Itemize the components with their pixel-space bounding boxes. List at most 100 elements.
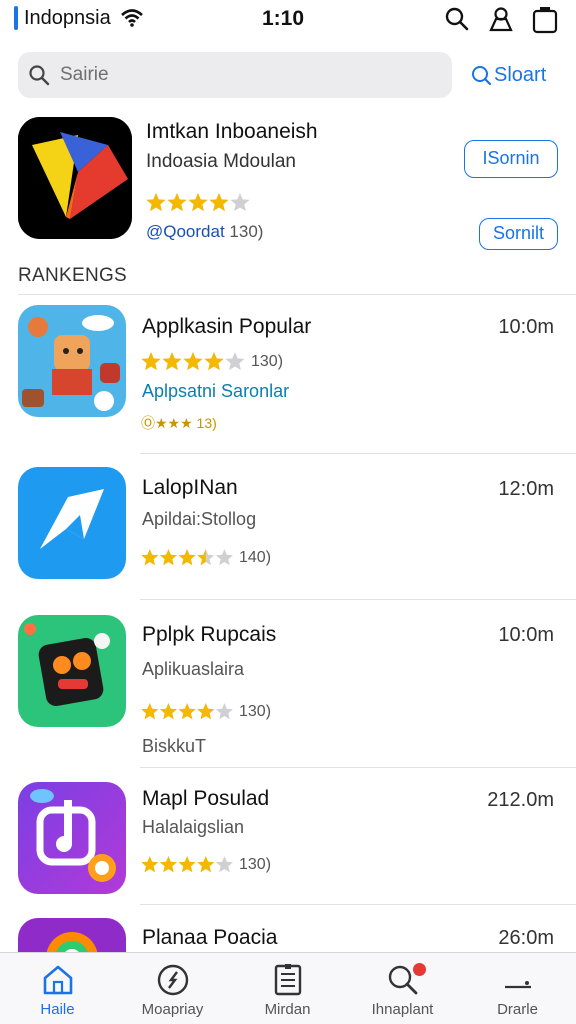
featured-primary-button[interactable]: ISornin [464, 140, 558, 178]
app-subtitle: Aplikuaslaira [142, 659, 245, 679]
star-filled [141, 352, 161, 371]
app-time: 10:0m [498, 624, 554, 646]
star-filled [141, 856, 159, 873]
star-rating-icon [146, 193, 250, 212]
rating-count: 140) [239, 549, 272, 566]
star-empty [225, 352, 245, 371]
tab-label: Haile [40, 1001, 75, 1018]
featured-app-title[interactable]: Imtkan Inboaneish [146, 120, 318, 144]
rating-count: 130) [239, 703, 272, 720]
featured-app-icon[interactable] [18, 117, 132, 239]
rating-count: 130) [239, 856, 272, 873]
app-icon-lalopinan[interactable] [18, 467, 126, 579]
star-filled [178, 856, 196, 873]
search-button-label: Sloart [494, 63, 547, 86]
app-icon-pplpk[interactable] [18, 615, 126, 727]
tab-home[interactable]: Haile [0, 953, 115, 1024]
star-filled [146, 193, 166, 212]
search-icon[interactable] [444, 6, 470, 37]
divider [18, 294, 576, 295]
app-time: 26:0m [498, 927, 554, 949]
home-icon [43, 965, 72, 995]
compass-icon [157, 964, 188, 996]
tab-label: Ihnaplant [371, 1001, 434, 1018]
star-filled [159, 703, 177, 720]
star-filled [188, 193, 208, 212]
search-icon [472, 66, 492, 86]
star-filled [178, 549, 196, 566]
app-name[interactable]: Applkasin Popular [142, 315, 311, 339]
star-filled [183, 352, 203, 371]
review-label: @Qoordat [146, 222, 225, 241]
app-subtitle: Apildai:Stollog [142, 509, 257, 529]
app-time: 212.0m [487, 789, 554, 811]
star-filled [167, 193, 187, 212]
divider [140, 767, 576, 768]
document-icon [274, 964, 301, 996]
rating-count: 130) [251, 353, 284, 370]
small-review: Ⓞ★★★ 13) [141, 415, 217, 431]
review-count: 130) [229, 222, 264, 241]
app-subtitle: Halalaigslian [142, 817, 245, 837]
tab-discover[interactable]: Moapriay [115, 953, 230, 1024]
search-field[interactable] [18, 52, 452, 98]
app-extra: BiskkuT [142, 736, 207, 756]
star-filled [197, 856, 215, 873]
star-rating-icon [141, 549, 233, 566]
star-empty [215, 703, 233, 720]
star-rating-icon [141, 856, 233, 873]
star-empty [215, 549, 233, 566]
star-filled [159, 856, 177, 873]
app-name[interactable]: Pplpk Rupcais [142, 623, 276, 647]
app-name[interactable]: Mapl Posulad [142, 787, 269, 811]
star-filled [162, 352, 182, 371]
divider [140, 453, 576, 454]
tab-bar: Haile Moapriay Mirdan Ihnaplant Drarle [0, 952, 576, 1024]
tab-label: Moapriay [141, 1001, 204, 1018]
carrier-indicator [14, 6, 18, 30]
search-button[interactable]: Sloart [470, 60, 546, 90]
star-filled [178, 703, 196, 720]
clock: 1:10 [262, 7, 305, 30]
more-icon [504, 981, 531, 989]
app-name[interactable]: Planaa Poacia [142, 926, 277, 950]
app-icon-popular[interactable] [18, 305, 126, 417]
status-bar: Indopnsia 1:10 [0, 0, 576, 40]
carrier-label: Indopnsia [24, 7, 111, 29]
app-rating: 130) [140, 351, 283, 373]
star-filled [204, 352, 224, 371]
tab-label: Drarle [497, 1001, 538, 1018]
wifi-icon [120, 8, 144, 33]
star-rating-icon [141, 703, 233, 720]
tab-label: Mirdan [264, 1001, 311, 1018]
star-empty [215, 856, 233, 873]
section-title: RANKENGS [18, 265, 128, 286]
app-icon-planaa[interactable] [18, 918, 126, 952]
app-subtitle: Aplpsatni Saronlar [142, 381, 290, 401]
tab-documents[interactable]: Mirdan [230, 953, 345, 1024]
account-icon[interactable] [488, 6, 514, 37]
featured-review[interactable]: @Qoordat 130) [146, 222, 263, 242]
featured-secondary-button[interactable]: Sornilt [479, 218, 558, 250]
tab-search[interactable]: Ihnaplant [345, 953, 460, 1024]
tab-more[interactable]: Drarle [460, 953, 575, 1024]
app-rating: 130) [140, 701, 271, 723]
star-filled [197, 703, 215, 720]
divider [140, 599, 576, 600]
battery-icon [532, 6, 558, 39]
app-time: 10:0m [498, 316, 554, 338]
star-empty [230, 193, 250, 212]
featured-rating-stars [145, 192, 253, 219]
search-input[interactable] [60, 61, 440, 89]
app-name[interactable]: LalopINan [142, 476, 238, 500]
app-icon-mapl[interactable] [18, 782, 126, 894]
divider [140, 904, 576, 905]
search-icon [29, 65, 50, 86]
app-rating: 130) [140, 854, 271, 876]
star-filled [209, 193, 229, 212]
star-filled [159, 549, 177, 566]
app-time: 12:0m [498, 478, 554, 500]
app-rating: 140) [140, 547, 271, 569]
star-rating-icon [141, 352, 245, 371]
star-filled [141, 703, 159, 720]
